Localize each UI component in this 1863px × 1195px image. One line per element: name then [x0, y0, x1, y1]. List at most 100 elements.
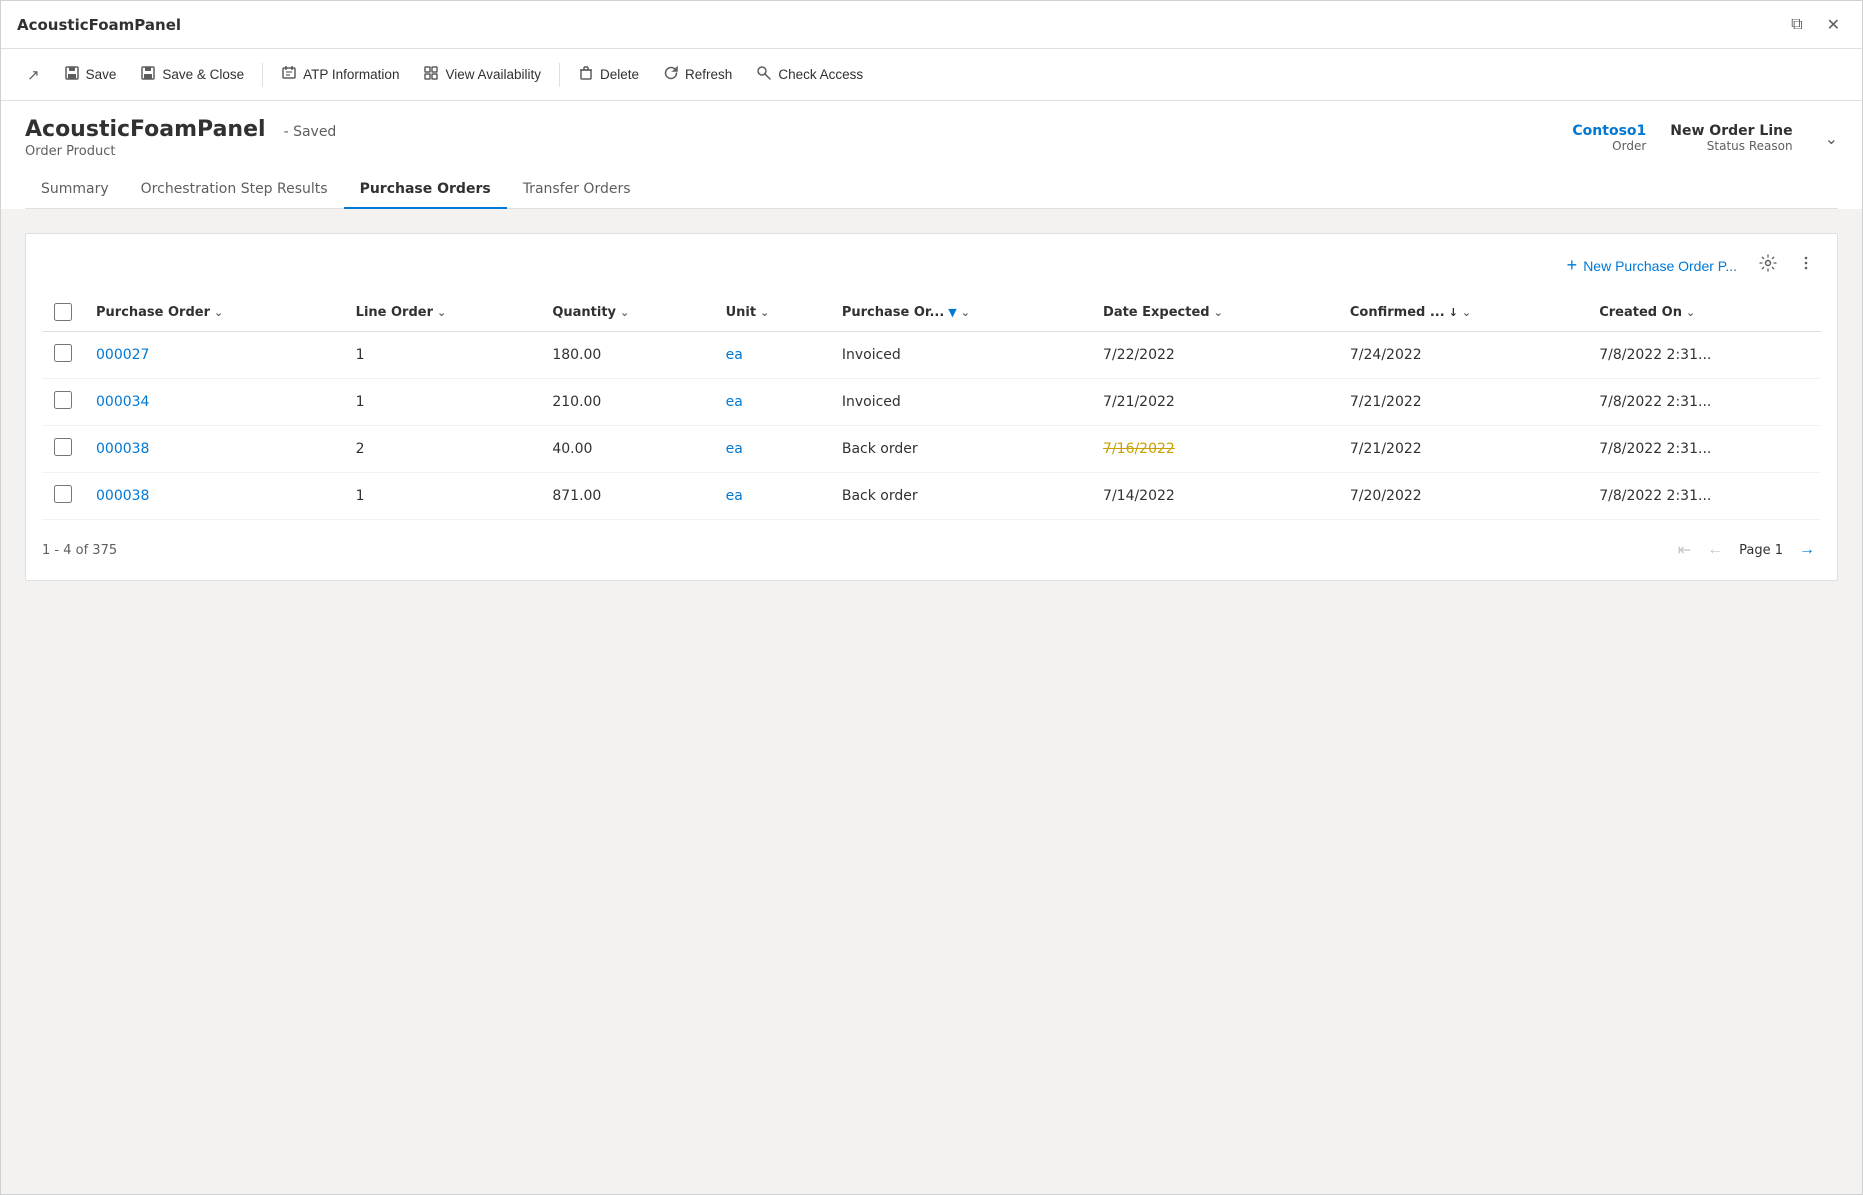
tab-purchase-orders[interactable]: Purchase Orders: [344, 171, 507, 209]
cell-created-on: 7/8/2022 2:31...: [1587, 379, 1821, 426]
save-button[interactable]: Save: [54, 59, 127, 91]
table-body: 0000271180.00eaInvoiced7/22/20227/24/202…: [42, 332, 1821, 520]
view-availability-button[interactable]: View Availability: [413, 59, 551, 91]
chevron-down-icon[interactable]: ⌄: [1825, 129, 1838, 148]
content-header: AcousticFoamPanel - Saved Order Product …: [1, 101, 1862, 209]
cell-line-order: 1: [344, 473, 541, 520]
unit-link[interactable]: ea: [726, 347, 743, 363]
date-strikethrough: 7/16/2022: [1103, 441, 1175, 457]
purchase-order-link[interactable]: 000034: [96, 394, 149, 410]
cell-po-status: Invoiced: [830, 379, 1091, 426]
cell-line-order: 2: [344, 426, 541, 473]
tab-orchestration[interactable]: Orchestration Step Results: [125, 171, 344, 209]
cell-line-order: 1: [344, 379, 541, 426]
cell-date-expected: 7/21/2022: [1091, 379, 1338, 426]
window-title: AcousticFoamPanel: [17, 16, 181, 34]
cell-po-status: Back order: [830, 426, 1091, 473]
quantity-sort-icon: ⌄: [620, 306, 629, 319]
save-icon: [64, 65, 80, 85]
first-page-button[interactable]: ⇤: [1672, 536, 1697, 564]
restore-button[interactable]: ⧉: [1785, 13, 1808, 37]
col-date-expected[interactable]: Date Expected ⌄: [1091, 293, 1338, 332]
select-all-checkbox[interactable]: [54, 303, 72, 321]
delete-icon: [578, 65, 594, 85]
cell-created-on: 7/8/2022 2:31...: [1587, 473, 1821, 520]
atp-info-button[interactable]: ATP Information: [271, 59, 409, 91]
view-availability-label: View Availability: [445, 67, 541, 82]
created-on-sort-icon: ⌄: [1686, 306, 1695, 319]
record-type: Order Product: [25, 144, 336, 159]
row-checkbox[interactable]: [54, 485, 72, 503]
col-created-on[interactable]: Created On ⌄: [1587, 293, 1821, 332]
order-label: Order: [1612, 139, 1646, 153]
close-button[interactable]: ✕: [1821, 13, 1846, 37]
cell-unit: ea: [714, 426, 830, 473]
delete-button[interactable]: Delete: [568, 59, 649, 91]
col-purchase-order[interactable]: Purchase Order ⌄: [84, 293, 344, 332]
toolbar-separator-2: [559, 63, 560, 87]
atp-info-label: ATP Information: [303, 67, 399, 82]
row-checkbox[interactable]: [54, 438, 72, 456]
cell-line-order: 1: [344, 332, 541, 379]
po-status-sort-icon: ⌄: [961, 306, 970, 319]
status-meta-item: New Order Line Status Reason: [1670, 123, 1792, 153]
row-checkbox[interactable]: [54, 391, 72, 409]
table-header: Purchase Order ⌄ Line Order ⌄: [42, 293, 1821, 332]
grid-more-button[interactable]: [1791, 250, 1821, 281]
record-saved-status: - Saved: [284, 124, 337, 140]
row-checkbox[interactable]: [54, 344, 72, 362]
check-access-button[interactable]: Check Access: [746, 59, 873, 91]
cell-quantity: 40.00: [540, 426, 713, 473]
new-purchase-order-button[interactable]: + New Purchase Order P...: [1559, 251, 1745, 280]
col-quantity[interactable]: Quantity ⌄: [540, 293, 713, 332]
view-availability-icon: [423, 65, 439, 85]
row-checkbox-cell: [42, 332, 84, 379]
refresh-button[interactable]: Refresh: [653, 59, 742, 91]
main-content: + New Purchase Order P...: [1, 209, 1862, 1194]
col-po-status-label: Purchase Or...: [842, 305, 944, 320]
cell-quantity: 210.00: [540, 379, 713, 426]
unit-link[interactable]: ea: [726, 394, 743, 410]
record-name-row: AcousticFoamPanel - Saved: [25, 117, 336, 142]
col-line-order[interactable]: Line Order ⌄: [344, 293, 541, 332]
cell-po-status: Back order: [830, 473, 1091, 520]
pagination-nav: ⇤ ← Page 1 →: [1672, 536, 1821, 564]
purchase-order-link[interactable]: 000038: [96, 488, 149, 504]
confirmed-sort-icon: ↓: [1449, 306, 1458, 319]
record-meta: Contoso1 Order New Order Line Status Rea…: [1572, 123, 1838, 153]
tab-summary[interactable]: Summary: [25, 171, 125, 209]
check-access-label: Check Access: [778, 67, 863, 82]
status-reason-label: Status Reason: [1707, 139, 1793, 153]
purchase-order-link[interactable]: 000038: [96, 441, 149, 457]
cell-confirmed: 7/21/2022: [1338, 379, 1587, 426]
unit-sort-icon: ⌄: [760, 306, 769, 319]
cell-date-expected: 7/14/2022: [1091, 473, 1338, 520]
cell-unit: ea: [714, 473, 830, 520]
col-purchase-order-status[interactable]: Purchase Or... ▼ ⌄: [830, 293, 1091, 332]
refresh-icon: [663, 65, 679, 85]
next-page-button[interactable]: →: [1793, 537, 1821, 563]
col-unit[interactable]: Unit ⌄: [714, 293, 830, 332]
page-label: Page 1: [1739, 543, 1783, 558]
open-external-icon: ↗: [27, 66, 40, 84]
order-link[interactable]: Contoso1: [1572, 123, 1646, 139]
po-status-filter-icon: ▼: [948, 306, 956, 319]
confirmed-sort-icon2: ⌄: [1462, 306, 1471, 319]
tab-transfer-orders[interactable]: Transfer Orders: [507, 171, 647, 209]
line-order-sort-icon: ⌄: [437, 306, 446, 319]
save-close-button[interactable]: Save & Close: [130, 59, 254, 91]
prev-page-button[interactable]: ←: [1701, 537, 1729, 563]
order-meta-item: Contoso1 Order: [1572, 123, 1646, 153]
title-bar: AcousticFoamPanel ⧉ ✕: [1, 1, 1862, 49]
purchase-order-link[interactable]: 000027: [96, 347, 149, 363]
grid-settings-button[interactable]: [1753, 250, 1783, 281]
unit-link[interactable]: ea: [726, 441, 743, 457]
col-confirmed[interactable]: Confirmed ... ↓ ⌄: [1338, 293, 1587, 332]
grid-toolbar: + New Purchase Order P...: [42, 250, 1821, 281]
save-label: Save: [86, 67, 117, 82]
cell-created-on: 7/8/2022 2:31...: [1587, 426, 1821, 473]
unit-link[interactable]: ea: [726, 488, 743, 504]
open-external-button[interactable]: ↗: [17, 60, 50, 90]
delete-label: Delete: [600, 67, 639, 82]
row-checkbox-cell: [42, 426, 84, 473]
